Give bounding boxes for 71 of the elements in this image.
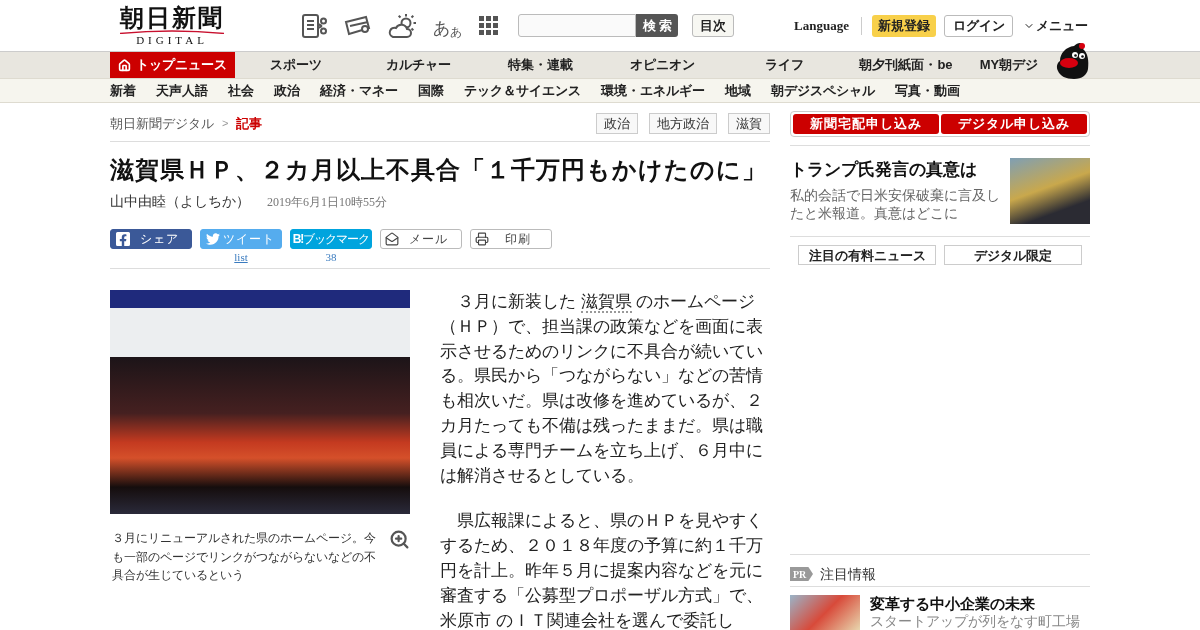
facebook-icon xyxy=(115,231,131,247)
nav-link[interactable]: 環境・エネルギー xyxy=(601,80,705,101)
search-field[interactable] xyxy=(518,14,636,37)
feature-summary: 私的会話で日米安保破棄に言及したと米報道。真意はどこに xyxy=(790,186,1001,222)
nav-tab[interactable]: ライフ xyxy=(723,52,845,78)
breadcrumb-separator: > xyxy=(222,116,229,132)
tag-link[interactable]: 滋賀 xyxy=(728,113,770,134)
subscribe-button[interactable]: デジタル申し込み xyxy=(941,114,1087,134)
language-link[interactable]: Language xyxy=(794,15,849,36)
feature-headline[interactable]: トランプ氏発言の真意は xyxy=(790,158,1002,182)
section-heading: 注目情報 xyxy=(820,564,876,584)
photo-placeholder[interactable] xyxy=(1010,158,1090,224)
nav-link[interactable]: テック＆サイエンス xyxy=(464,80,581,101)
document-scissors-icon[interactable] xyxy=(302,13,328,38)
author-name: 山中由睦（よしちか） xyxy=(110,192,250,211)
sun-cloud-icon[interactable] xyxy=(388,12,416,39)
article-title: 滋賀県ＨＰ、２カ月以上不具合「１千万円もかけたのに」 xyxy=(110,155,768,185)
ticket-icon[interactable] xyxy=(344,13,372,38)
breadcrumb-link[interactable]: 記事 xyxy=(236,113,263,134)
share-button[interactable]: 印刷 xyxy=(470,229,552,249)
list-button[interactable]: 注目の有料ニュース xyxy=(798,245,936,265)
nav-tab[interactable]: トップニュース xyxy=(110,52,235,78)
pr-badge: PR xyxy=(790,567,813,581)
swoosh-icon xyxy=(118,29,226,34)
login-button[interactable]: ログイン xyxy=(944,14,1013,37)
promo-summary: スタートアップが列をなす町工場 xyxy=(870,613,1080,629)
share-count[interactable]: list xyxy=(234,251,248,264)
breadcrumb-link[interactable]: 朝日新聞デジタル xyxy=(110,113,214,134)
place-link[interactable]: 米原市 xyxy=(440,610,491,630)
nav-tab[interactable]: MY朝デジ xyxy=(967,52,1051,78)
search-button[interactable]: 検索 xyxy=(636,14,678,37)
nav-link[interactable]: 天声人語 xyxy=(156,80,208,101)
place-link[interactable]: 滋賀県 xyxy=(580,292,632,313)
nav-link[interactable]: 国際 xyxy=(418,80,444,101)
nav-tab[interactable]: 特集・連載 xyxy=(479,52,601,78)
photo-caption: ３月にリニューアルされた県のホームページ。今も一部のページでリンクがつながらないなどの不具合が生じているという xyxy=(111,530,377,584)
nav-link[interactable]: 政治 xyxy=(274,80,300,101)
envelope-icon xyxy=(385,232,399,246)
article-paragraph: ３月に新装した 滋賀県 のホームページ（ＨＰ）で、担当課の政策などを画面に表示させるためのリンクに不具合が続いている。県民から「つながらない」などの苦情も相次いだ。県は改修を進めているが、２カ月たっても不備は残ったままだ。県は職員による専門チームを立ち上げ、６月中には解消させるとしている。 xyxy=(440,291,764,487)
grid-menu-icon[interactable] xyxy=(479,16,498,35)
nav-link[interactable]: 朝デジスペシャル xyxy=(771,80,875,101)
logo-subtitle: DIGITAL xyxy=(136,33,208,46)
tag-link[interactable]: 地方政治 xyxy=(649,113,717,134)
nav-tab[interactable]: オピニオン xyxy=(601,52,723,78)
nav-link[interactable]: 経済・マネー xyxy=(320,80,398,101)
nav-link[interactable]: 地域 xyxy=(725,80,751,101)
mascot-icon xyxy=(1054,43,1090,79)
nav-tab[interactable]: スポーツ xyxy=(235,52,357,78)
register-button[interactable]: 新規登録 xyxy=(872,14,936,37)
list-button[interactable]: デジタル限定 xyxy=(944,245,1082,265)
printer-icon xyxy=(475,232,489,246)
subscribe-button[interactable]: 新聞宅配申し込み xyxy=(793,114,939,134)
twitter-icon xyxy=(205,232,221,246)
menu-button[interactable]: メニュー xyxy=(1023,15,1088,36)
share-count[interactable]: 38 xyxy=(325,251,337,264)
index-button[interactable]: 目次 xyxy=(692,14,734,37)
nav-tab[interactable]: 朝夕刊紙面・be xyxy=(845,52,967,78)
logo-title[interactable]: 朝日新聞 xyxy=(120,5,224,30)
article-paragraph: 県広報課によると、県のＨＰを見やすくするため、２０１８年度の予算に約１千万円を計上。昨年５月に提案内容などを元に審査する「公募型プロポーザル方式」で、 米原市 のＩＴ関連会社を選んで委託し xyxy=(440,510,764,630)
home-icon xyxy=(118,58,131,72)
photo-placeholder[interactable] xyxy=(110,290,410,514)
nav-link[interactable]: 新着 xyxy=(110,80,136,101)
tag-link[interactable]: 政治 xyxy=(596,113,638,134)
publish-date: 2019年6月1日10時55分 xyxy=(267,194,387,211)
promo-headline[interactable]: 変革する中小企業の未来 xyxy=(870,595,1080,613)
zoom-in-icon[interactable] xyxy=(389,529,410,550)
share-button[interactable]: メール xyxy=(380,229,462,249)
nav-tab[interactable]: カルチャー xyxy=(357,52,479,78)
nav-link[interactable]: 社会 xyxy=(228,80,254,101)
share-button[interactable]: シェア xyxy=(110,229,192,249)
nav-link[interactable]: 写真・動画 xyxy=(895,80,960,101)
